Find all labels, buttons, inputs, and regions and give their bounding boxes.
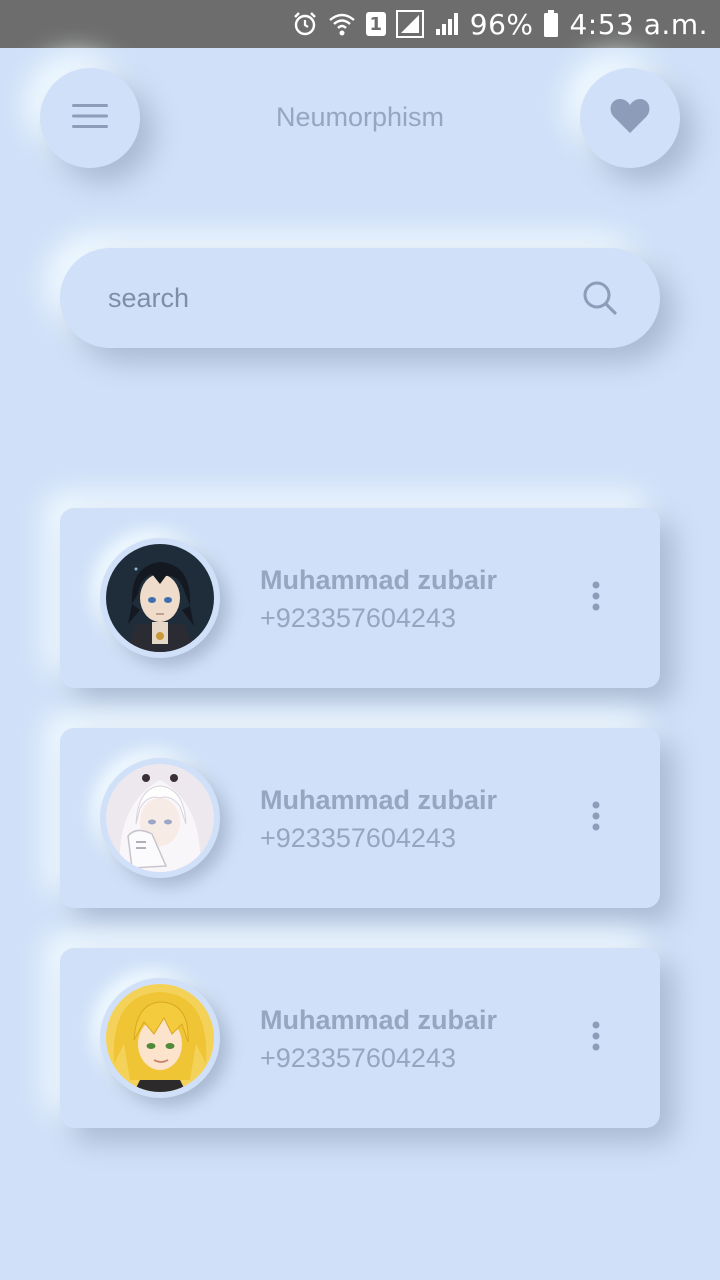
blonde-anime-avatar	[106, 984, 214, 1092]
contact-name: Muhammad zubair	[260, 1005, 498, 1035]
more-options-button[interactable]	[580, 798, 612, 838]
contact-card[interactable]: Muhammad zubair +923357604243	[60, 728, 660, 908]
more-vertical-icon	[591, 801, 601, 836]
contact-card[interactable]: Muhammad zubair +923357604243	[60, 508, 660, 688]
alarm-icon	[292, 11, 318, 37]
contact-phone: +923357604243	[260, 1043, 456, 1073]
signal-icon	[395, 10, 424, 38]
heart-icon	[609, 97, 651, 140]
battery-percent: 96%	[469, 7, 534, 41]
favorite-button[interactable]	[580, 68, 680, 168]
signal-icon	[434, 11, 460, 37]
dark-haired-anime-avatar	[106, 544, 214, 652]
more-vertical-icon	[591, 1021, 601, 1056]
contact-phone: +923357604243	[260, 603, 456, 633]
clock: 4:53 a.m.	[569, 7, 708, 41]
menu-button[interactable]	[40, 68, 140, 168]
contact-phone: +923357604243	[260, 823, 456, 853]
contact-name: Muhammad zubair	[260, 785, 498, 815]
battery-icon	[543, 10, 559, 38]
more-options-button[interactable]	[580, 578, 612, 618]
white-haired-anime-avatar	[106, 764, 214, 872]
page-title: Neumorphism	[275, 102, 445, 132]
more-vertical-icon	[591, 581, 601, 616]
search-input[interactable]	[108, 282, 580, 314]
contact-name: Muhammad zubair	[260, 565, 498, 595]
search-bar	[60, 248, 660, 348]
sim-1-icon: 1	[365, 12, 386, 36]
search-icon[interactable]	[580, 278, 620, 318]
wifi-icon	[328, 10, 356, 38]
contact-card[interactable]: Muhammad zubair +923357604243	[60, 948, 660, 1128]
avatar	[100, 978, 220, 1098]
avatar	[100, 758, 220, 878]
status-bar: 1 96% 4:53 a.m.	[0, 0, 720, 48]
hamburger-menu-icon	[72, 103, 108, 134]
avatar	[100, 538, 220, 658]
more-options-button[interactable]	[580, 1018, 612, 1058]
